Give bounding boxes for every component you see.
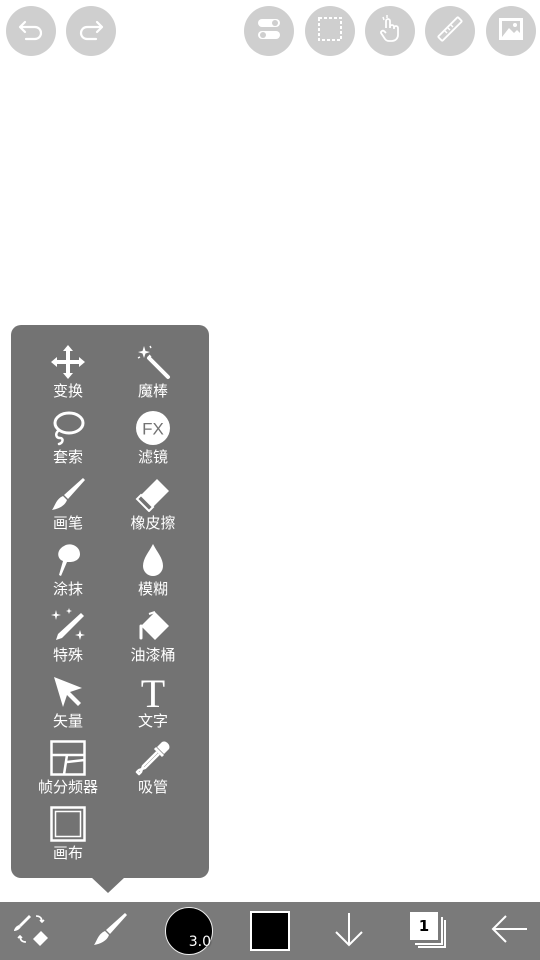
tool-label: 变换 <box>52 382 83 400</box>
frame-divider-icon <box>50 740 86 776</box>
toggle-settings-icon <box>254 14 284 48</box>
tool-label: 模糊 <box>137 580 168 598</box>
undo-button[interactable] <box>6 6 56 56</box>
tool-frame-divider[interactable]: 帧分频器 <box>23 740 113 800</box>
tool-label: 矢量 <box>52 712 83 730</box>
redo-icon <box>76 14 106 48</box>
special-sparkle-pen-icon <box>50 608 86 644</box>
tool-lasso[interactable]: 套索 <box>23 410 113 470</box>
redo-button[interactable] <box>66 6 116 56</box>
magic-wand-icon <box>135 344 171 380</box>
tool-filter[interactable]: FX 滤镜 <box>108 410 198 470</box>
tool-label: 涂抹 <box>52 580 83 598</box>
canvas-icon <box>50 806 86 842</box>
ruler-button[interactable] <box>425 6 475 56</box>
tool-label: 画笔 <box>52 514 83 532</box>
layers-button[interactable]: 1 <box>404 902 454 960</box>
ruler-icon <box>435 14 465 48</box>
tool-canvas[interactable]: 画布 <box>23 806 113 866</box>
tool-label: 文字 <box>137 712 168 730</box>
image-icon <box>496 14 526 48</box>
layer-count: 1 <box>418 917 430 935</box>
text-icon: T <box>135 674 171 710</box>
tool-label: 魔棒 <box>137 382 168 400</box>
blur-drop-icon <box>135 542 171 578</box>
brush-size-indicator: 3.0 <box>165 907 213 955</box>
eraser-icon <box>135 476 171 512</box>
tool-brush[interactable]: 画笔 <box>23 476 113 536</box>
arrow-down-icon <box>331 909 367 953</box>
tool-label: 橡皮擦 <box>130 514 176 532</box>
lasso-icon <box>50 410 86 446</box>
eyedropper-icon <box>135 740 171 776</box>
undo-icon <box>16 14 46 48</box>
brush-icon <box>92 911 128 951</box>
svg-text:T: T <box>141 674 165 710</box>
svg-text:FX: FX <box>142 420 164 439</box>
tool-menu-pointer <box>91 877 125 893</box>
tool-magic-wand[interactable]: 魔棒 <box>108 344 198 404</box>
tool-eyedropper[interactable]: 吸管 <box>108 740 198 800</box>
toggle-settings-button[interactable] <box>244 6 294 56</box>
brush-size-button[interactable]: 3.0 <box>164 902 214 960</box>
color-swatch <box>250 911 290 951</box>
move-down-button[interactable] <box>324 902 374 960</box>
tool-eraser[interactable]: 橡皮擦 <box>108 476 198 536</box>
brush-size-value: 3.0 <box>188 934 211 950</box>
tool-label: 油漆桶 <box>130 646 176 664</box>
selection-button[interactable] <box>305 6 355 56</box>
tool-blur[interactable]: 模糊 <box>108 542 198 602</box>
tool-label: 吸管 <box>137 778 168 796</box>
brush-tool-button[interactable] <box>85 902 135 960</box>
paint-bucket-icon <box>135 608 171 644</box>
tool-special[interactable]: 特殊 <box>23 608 113 668</box>
tool-label: 帧分频器 <box>37 778 98 796</box>
smudge-icon <box>50 542 86 578</box>
color-button[interactable] <box>245 902 295 960</box>
brush-eraser-switch-icon <box>11 909 51 953</box>
tool-label: 画布 <box>52 844 83 862</box>
tool-label: 特殊 <box>52 646 83 664</box>
cursor-arrow-icon <box>50 674 86 710</box>
quick-switch-button[interactable] <box>6 902 56 960</box>
tool-vector[interactable]: 矢量 <box>23 674 113 734</box>
image-button[interactable] <box>486 6 536 56</box>
selection-icon <box>315 14 345 48</box>
brush-icon <box>50 476 86 512</box>
tool-label: 滤镜 <box>137 448 168 466</box>
arrow-left-icon <box>489 911 529 951</box>
tool-label: 套索 <box>52 448 83 466</box>
tool-paint-bucket[interactable]: 油漆桶 <box>108 608 198 668</box>
gesture-button[interactable] <box>365 6 415 56</box>
fx-filter-icon: FX <box>135 410 171 446</box>
back-button[interactable] <box>484 902 534 960</box>
tool-smudge[interactable]: 涂抹 <box>23 542 113 602</box>
tool-text[interactable]: T 文字 <box>108 674 198 734</box>
tool-transform[interactable]: 变换 <box>23 344 113 404</box>
bottom-toolbar: 3.0 1 <box>0 902 540 960</box>
move-arrows-icon <box>50 344 86 380</box>
layers-icon: 1 <box>410 912 448 950</box>
hand-gesture-icon <box>375 14 405 48</box>
